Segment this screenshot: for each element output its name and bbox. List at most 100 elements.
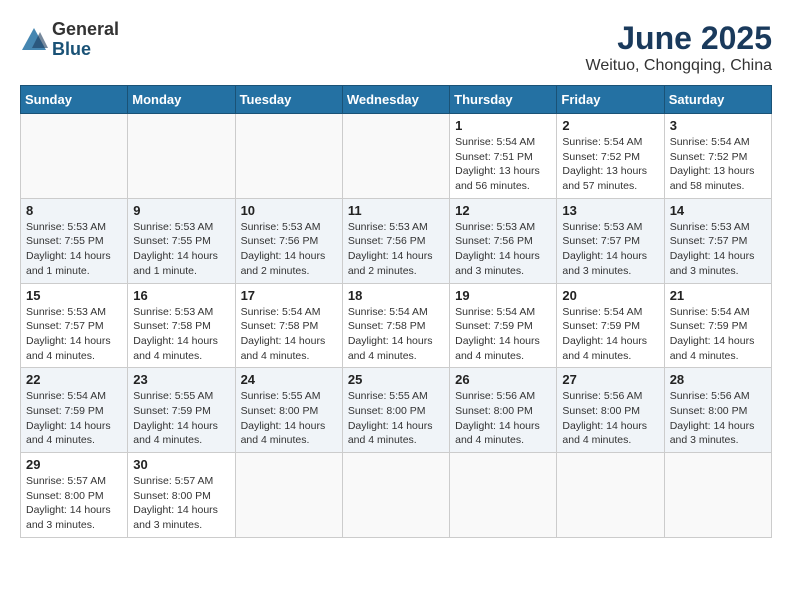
calendar-cell: 12Sunrise: 5:53 AMSunset: 7:56 PMDayligh… [450, 198, 557, 283]
logo-icon [20, 26, 48, 54]
day-info: Sunrise: 5:55 AMSunset: 7:59 PMDaylight:… [133, 389, 229, 448]
calendar-cell: 21 Sunrise: 5:54 AMSunset: 7:59 PMDayligh… [664, 283, 771, 368]
logo-general: General [52, 20, 119, 40]
day-info: Sunrise: 5:54 AMSunset: 7:59 PMDaylight:… [455, 305, 551, 364]
day-info: Sunrise: 5:54 AMSunset: 7:52 PMDaylight:… [562, 135, 658, 194]
day-info: Sunrise: 5:56 AMSunset: 8:00 PMDaylight:… [562, 389, 658, 448]
day-number: 9 [133, 203, 229, 218]
calendar-cell: 28Sunrise: 5:56 AMSunset: 8:00 PMDayligh… [664, 368, 771, 453]
day-number: 2 [562, 118, 658, 133]
col-friday: Friday [557, 86, 664, 114]
calendar-cell: 13 Sunrise: 5:53 AMSunset: 7:57 PMDayligh… [557, 198, 664, 283]
logo: General Blue [20, 20, 119, 60]
calendar-cell: 9 Sunrise: 5:53 AMSunset: 7:55 PMDaylight… [128, 198, 235, 283]
day-number: 3 [670, 118, 766, 133]
calendar-cell: 19 Sunrise: 5:54 AMSunset: 7:59 PMDayligh… [450, 283, 557, 368]
col-saturday: Saturday [664, 86, 771, 114]
day-number: 10 [241, 203, 337, 218]
calendar-week-2: 15 Sunrise: 5:53 AMSunset: 7:57 PMDayligh… [21, 283, 772, 368]
calendar-cell [450, 453, 557, 538]
day-info: Sunrise: 5:53 AMSunset: 7:57 PMDaylight:… [562, 220, 658, 279]
calendar-cell: 25 Sunrise: 5:55 AMSunset: 8:00 PMDayligh… [342, 368, 449, 453]
col-thursday: Thursday [450, 86, 557, 114]
day-number: 14 [670, 203, 766, 218]
day-info: Sunrise: 5:54 AMSunset: 7:51 PMDaylight:… [455, 135, 551, 194]
calendar-cell: 27Sunrise: 5:56 AMSunset: 8:00 PMDayligh… [557, 368, 664, 453]
calendar-week-1: 8 Sunrise: 5:53 AMSunset: 7:55 PMDaylight… [21, 198, 772, 283]
day-info: Sunrise: 5:55 AMSunset: 8:00 PMDaylight:… [348, 389, 444, 448]
calendar-cell: 29 Sunrise: 5:57 AMSunset: 8:00 PMDayligh… [21, 453, 128, 538]
day-info: Sunrise: 5:53 AMSunset: 7:58 PMDaylight:… [133, 305, 229, 364]
day-info: Sunrise: 5:54 AMSunset: 7:59 PMDaylight:… [670, 305, 766, 364]
calendar-cell: 23 Sunrise: 5:55 AMSunset: 7:59 PMDayligh… [128, 368, 235, 453]
day-info: Sunrise: 5:54 AMSunset: 7:52 PMDaylight:… [670, 135, 766, 194]
calendar-cell [235, 453, 342, 538]
logo-text: General Blue [52, 20, 119, 60]
day-info: Sunrise: 5:53 AMSunset: 7:57 PMDaylight:… [670, 220, 766, 279]
calendar-cell: 30Sunrise: 5:57 AMSunset: 8:00 PMDayligh… [128, 453, 235, 538]
calendar-cell [235, 114, 342, 199]
day-number: 16 [133, 288, 229, 303]
day-info: Sunrise: 5:56 AMSunset: 8:00 PMDaylight:… [455, 389, 551, 448]
day-number: 18 [348, 288, 444, 303]
day-info: Sunrise: 5:57 AMSunset: 8:00 PMDaylight:… [26, 474, 122, 533]
day-number: 22 [26, 372, 122, 387]
day-number: 25 [348, 372, 444, 387]
calendar-week-0: 1 Sunrise: 5:54 AMSunset: 7:51 PMDaylight… [21, 114, 772, 199]
day-info: Sunrise: 5:53 AMSunset: 7:57 PMDaylight:… [26, 305, 122, 364]
day-number: 23 [133, 372, 229, 387]
day-number: 17 [241, 288, 337, 303]
day-number: 11 [348, 203, 444, 218]
day-number: 13 [562, 203, 658, 218]
calendar-cell [342, 114, 449, 199]
day-info: Sunrise: 5:54 AMSunset: 7:58 PMDaylight:… [241, 305, 337, 364]
header-row: Sunday Monday Tuesday Wednesday Thursday… [21, 86, 772, 114]
day-info: Sunrise: 5:53 AMSunset: 7:56 PMDaylight:… [348, 220, 444, 279]
calendar-cell [342, 453, 449, 538]
calendar-cell: 22 Sunrise: 5:54 AMSunset: 7:59 PMDayligh… [21, 368, 128, 453]
calendar-body: 1 Sunrise: 5:54 AMSunset: 7:51 PMDaylight… [21, 114, 772, 538]
day-info: Sunrise: 5:55 AMSunset: 8:00 PMDaylight:… [241, 389, 337, 448]
calendar-cell: 10Sunrise: 5:53 AMSunset: 7:56 PMDayligh… [235, 198, 342, 283]
col-sunday: Sunday [21, 86, 128, 114]
day-info: Sunrise: 5:54 AMSunset: 7:59 PMDaylight:… [562, 305, 658, 364]
day-info: Sunrise: 5:57 AMSunset: 8:00 PMDaylight:… [133, 474, 229, 533]
day-info: Sunrise: 5:54 AMSunset: 7:58 PMDaylight:… [348, 305, 444, 364]
calendar-cell: 18 Sunrise: 5:54 AMSunset: 7:58 PMDayligh… [342, 283, 449, 368]
day-number: 1 [455, 118, 551, 133]
day-number: 12 [455, 203, 551, 218]
calendar-cell [21, 114, 128, 199]
day-number: 29 [26, 457, 122, 472]
calendar-cell: 14 Sunrise: 5:53 AMSunset: 7:57 PMDayligh… [664, 198, 771, 283]
page-subtitle: Weituo, Chongqing, China [586, 57, 773, 75]
day-info: Sunrise: 5:54 AMSunset: 7:59 PMDaylight:… [26, 389, 122, 448]
calendar-cell: 15 Sunrise: 5:53 AMSunset: 7:57 PMDayligh… [21, 283, 128, 368]
calendar-cell: 26 Sunrise: 5:56 AMSunset: 8:00 PMDayligh… [450, 368, 557, 453]
day-number: 24 [241, 372, 337, 387]
calendar-cell: 3 Sunrise: 5:54 AMSunset: 7:52 PMDaylight… [664, 114, 771, 199]
calendar-cell [664, 453, 771, 538]
calendar-week-3: 22 Sunrise: 5:54 AMSunset: 7:59 PMDayligh… [21, 368, 772, 453]
day-number: 15 [26, 288, 122, 303]
calendar-cell: 16 Sunrise: 5:53 AMSunset: 7:58 PMDayligh… [128, 283, 235, 368]
day-number: 21 [670, 288, 766, 303]
calendar-cell: 24 Sunrise: 5:55 AMSunset: 8:00 PMDayligh… [235, 368, 342, 453]
calendar-cell: 20 Sunrise: 5:54 AMSunset: 7:59 PMDayligh… [557, 283, 664, 368]
day-info: Sunrise: 5:53 AMSunset: 7:55 PMDaylight:… [26, 220, 122, 279]
day-number: 8 [26, 203, 122, 218]
day-info: Sunrise: 5:53 AMSunset: 7:55 PMDaylight:… [133, 220, 229, 279]
day-number: 26 [455, 372, 551, 387]
calendar-cell [128, 114, 235, 199]
calendar-cell: 8 Sunrise: 5:53 AMSunset: 7:55 PMDaylight… [21, 198, 128, 283]
day-number: 19 [455, 288, 551, 303]
day-number: 28 [670, 372, 766, 387]
page-header: General Blue June 2025 Weituo, Chongqing… [20, 20, 772, 75]
logo-blue: Blue [52, 40, 119, 60]
col-monday: Monday [128, 86, 235, 114]
calendar-cell: 17 Sunrise: 5:54 AMSunset: 7:58 PMDayligh… [235, 283, 342, 368]
calendar-cell: 1 Sunrise: 5:54 AMSunset: 7:51 PMDaylight… [450, 114, 557, 199]
calendar-week-4: 29 Sunrise: 5:57 AMSunset: 8:00 PMDayligh… [21, 453, 772, 538]
calendar-cell: 11 Sunrise: 5:53 AMSunset: 7:56 PMDayligh… [342, 198, 449, 283]
day-number: 20 [562, 288, 658, 303]
calendar-cell: 2 Sunrise: 5:54 AMSunset: 7:52 PMDaylight… [557, 114, 664, 199]
